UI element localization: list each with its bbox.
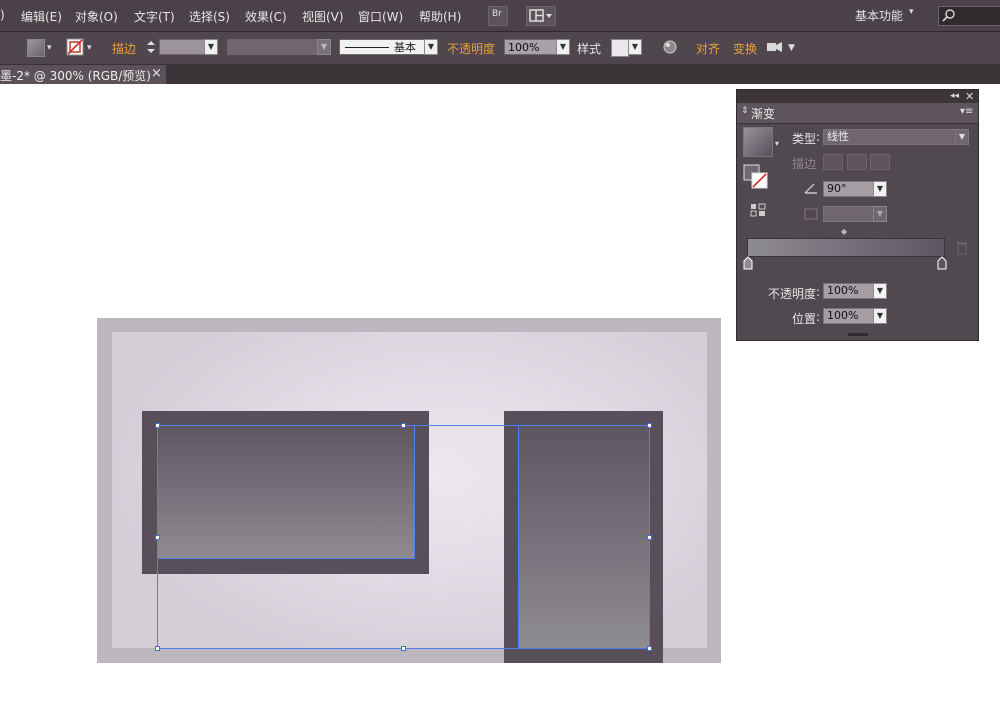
panel-tab-gradient[interactable]: 渐变 [751, 105, 775, 122]
stroke-weight-stepper-icon[interactable] [146, 39, 156, 55]
close-panel-icon[interactable]: ✕ [965, 90, 974, 103]
stop-opacity-dropdown[interactable]: ▼ [873, 283, 887, 299]
style-label: 样式 [577, 42, 602, 56]
gradient-type-dropdown[interactable]: ▼ [955, 129, 969, 145]
gradient-preview-swatch[interactable] [743, 127, 773, 157]
angle-field[interactable]: 90° [823, 181, 874, 197]
stroke-label-disabled: 描边 [792, 157, 817, 171]
opacity-label: 不透明度 [768, 287, 817, 301]
graphic-style-dropdown[interactable]: ▼ [628, 39, 642, 55]
brush-definition-field[interactable]: 基本 [339, 39, 425, 55]
group-bounding-box [157, 425, 650, 649]
bridge-button[interactable]: Br [488, 6, 508, 26]
align-label[interactable]: 对齐 [696, 40, 720, 57]
opacity-dropdown[interactable]: ▼ [556, 39, 570, 55]
transform-label[interactable]: 变换 [733, 40, 757, 57]
workspace-switcher[interactable]: 基本功能 [855, 7, 903, 24]
stroke-none-swatch-icon[interactable] [66, 38, 84, 56]
stroke-weight-dropdown[interactable]: ▼ [204, 39, 218, 55]
gradient-type-select[interactable]: 线性 [823, 129, 956, 145]
isolate-object-icon[interactable] [766, 40, 784, 54]
delete-stop-icon[interactable] [956, 241, 968, 255]
angle-dropdown[interactable]: ▼ [873, 181, 887, 197]
opacity-label[interactable]: 不透明度 [447, 40, 495, 57]
document-tab-title[interactable]: 墨-2* @ 300% (RGB/预览) [0, 67, 151, 84]
menu-item-object[interactable]: 对象(O) [75, 8, 118, 25]
reverse-gradient-icon[interactable] [750, 203, 766, 217]
angle-icon [804, 183, 817, 194]
arrange-documents-icon [529, 9, 552, 22]
recolor-artwork-icon[interactable] [663, 40, 677, 54]
fill-swatch[interactable] [27, 39, 45, 57]
menu-item-view[interactable]: 视图(V) [302, 8, 344, 25]
type-label-colon: : [816, 130, 821, 144]
fill-dropdown-icon[interactable]: ▾ [47, 43, 52, 53]
gradient-stop-left[interactable] [743, 256, 753, 270]
variable-width-profile[interactable] [227, 39, 319, 55]
brush-definition-label: 基本 [394, 41, 416, 54]
menu-item-help[interactable]: 帮助(H) [419, 8, 461, 25]
panel-drag-strip[interactable] [737, 90, 978, 103]
gradient-stop-right[interactable] [937, 256, 947, 270]
handle-middle-right[interactable] [647, 535, 652, 540]
graphic-style-swatch[interactable] [611, 39, 629, 57]
brush-stroke-preview [345, 47, 389, 48]
gradient-slider[interactable] [747, 238, 945, 257]
position-label-colon: : [816, 310, 821, 324]
stop-position-field[interactable]: 100% [823, 308, 874, 324]
stroke-within-button[interactable] [823, 154, 843, 170]
fill-stroke-toggle-icon[interactable] [743, 164, 769, 190]
menu-item-select[interactable]: 选择(S) [189, 8, 230, 25]
aspect-ratio-field[interactable] [823, 206, 874, 222]
search-icon [942, 9, 955, 22]
aspect-ratio-icon [804, 208, 818, 220]
stroke-weight-field[interactable] [159, 39, 205, 55]
stop-opacity-field[interactable]: 100% [823, 283, 874, 299]
position-label: 位置 [792, 312, 817, 326]
workspace-caret-icon[interactable]: ▾ [909, 7, 914, 17]
type-label: 类型 [792, 132, 817, 146]
menu-item-edit[interactable]: 编辑(E) [21, 8, 62, 25]
handle-bottom-left[interactable] [155, 646, 160, 651]
stroke-label[interactable]: 描边 [112, 40, 136, 57]
collapse-panel-icon[interactable]: ◂◂ [950, 91, 959, 101]
panel-options-toggle-icon[interactable]: ⇕ [741, 106, 749, 116]
variable-width-dropdown[interactable]: ▼ [317, 39, 331, 55]
stop-position-dropdown[interactable]: ▼ [873, 308, 887, 324]
handle-top-right[interactable] [647, 423, 652, 428]
handle-bottom-middle[interactable] [401, 646, 406, 651]
gradient-preview-dropdown-icon[interactable]: ▾ [775, 139, 779, 148]
opacity-label-colon: : [816, 285, 821, 299]
menu-item-type[interactable]: 文字(T) [134, 8, 175, 25]
handle-bottom-right[interactable] [647, 646, 652, 651]
midpoint-diamond-icon[interactable]: ◆ [841, 227, 847, 236]
panel-menu-icon[interactable]: ▾≡ [960, 106, 973, 117]
brush-definition-dropdown[interactable]: ▼ [424, 39, 438, 55]
stroke-along-button[interactable] [847, 154, 867, 170]
arrange-documents-button[interactable] [526, 6, 556, 26]
stroke-across-button[interactable] [870, 154, 890, 170]
handle-middle-left[interactable] [155, 535, 160, 540]
menu-item-window[interactable]: 窗口(W) [358, 8, 403, 25]
aspect-ratio-dropdown[interactable]: ▼ [873, 206, 887, 222]
handle-top-left[interactable] [155, 423, 160, 428]
handle-top-middle[interactable] [401, 423, 406, 428]
menu-item-effect[interactable]: 效果(C) [245, 8, 287, 25]
bridge-button-label: Br [492, 9, 502, 19]
menu-item-file-fragment[interactable]: ) [0, 8, 5, 22]
close-icon[interactable]: × [151, 66, 162, 81]
stroke-dropdown-icon[interactable]: ▾ [87, 43, 92, 53]
panel-resize-grip[interactable] [848, 333, 868, 336]
control-panel-menu-icon[interactable]: ▼ [788, 43, 795, 53]
opacity-field[interactable]: 100% [504, 39, 557, 55]
